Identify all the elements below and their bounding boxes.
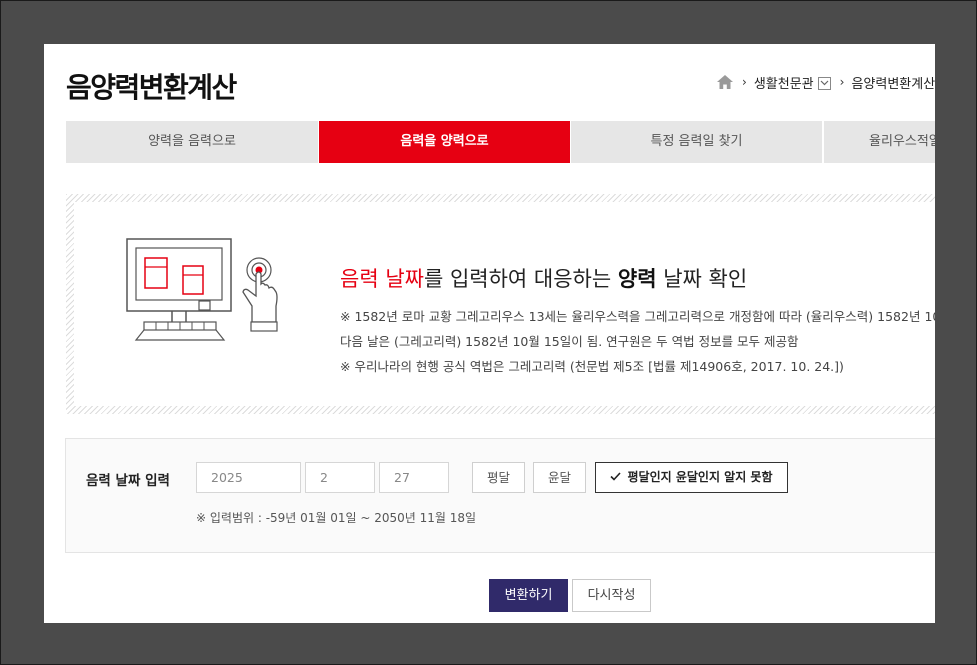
info-note: ※ 우리나라의 현행 공식 역법은 그레고리력 (천문법 제5조 [법률 제14…	[340, 359, 844, 374]
headline-lunar-date: 음력 날짜	[340, 267, 424, 291]
reset-button[interactable]: 다시작성	[572, 579, 651, 612]
info-headline: 음력 날짜를 입력하여 대응하는 양력 날짜 확인	[340, 263, 747, 293]
check-icon	[610, 463, 622, 492]
info-box: 음력 날짜를 입력하여 대응하는 양력 날짜 확인 ※ 1582년 로마 교황 …	[66, 194, 935, 414]
info-box-inner: 음력 날짜를 입력하여 대응하는 양력 날짜 확인 ※ 1582년 로마 교황 …	[74, 202, 935, 406]
chevron-right-icon: ›	[742, 75, 747, 89]
input-range-note: ※ 입력범위 : -59년 01월 01일 ~ 2050년 11월 18일	[196, 511, 477, 525]
info-notes: ※ 1582년 로마 교황 그레고리우스 13세는 율리우스력을 그레고리력으로…	[340, 304, 935, 379]
breadcrumb-item-current[interactable]: 음양력변환계산	[851, 73, 935, 92]
lunar-date-input-panel: 음력 날짜 입력 2025 2 27 평달 윤달 평달인지 윤달인지 알지 못함…	[65, 438, 935, 553]
tab-lunar-to-solar[interactable]: 음력을 양력으로	[319, 121, 570, 163]
headline-text: 를 입력하여 대응하는	[423, 267, 618, 291]
info-note: 다음 날은 (그레고리력) 1582년 10월 15일이 됨. 연구원은 두 역…	[340, 334, 799, 349]
day-input[interactable]: 27	[379, 462, 449, 493]
window-frame: 음양력변환계산 › 생활천문관 › 음양력변환계산 양력을 음력으로 음력을 양…	[0, 0, 977, 665]
info-note: ※ 1582년 로마 교황 그레고리우스 13세는 율리우스력을 그레고리력으로…	[340, 309, 935, 324]
computer-touch-illustration-icon	[126, 234, 286, 348]
page-title: 음양력변환계산	[66, 71, 237, 104]
breadcrumb-item[interactable]: 생활천문관	[754, 73, 814, 92]
tab-bar: 양력을 음력으로 음력을 양력으로 특정 음력일 찾기 율리우스적일	[66, 121, 935, 163]
chevron-down-icon[interactable]	[817, 76, 831, 90]
unknown-month-button[interactable]: 평달인지 윤달인지 알지 못함	[595, 462, 788, 493]
chevron-right-icon: ›	[839, 75, 845, 89]
headline-text-end: 날짜 확인	[656, 267, 748, 291]
page-content: 음양력변환계산 › 생활천문관 › 음양력변환계산 양력을 음력으로 음력을 양…	[44, 44, 935, 623]
input-label: 음력 날짜 입력	[86, 473, 170, 489]
tab-solar-to-lunar[interactable]: 양력을 음력으로	[66, 121, 318, 163]
unknown-month-label: 평달인지 윤달인지 알지 못함	[627, 470, 773, 484]
home-icon[interactable]	[717, 75, 733, 89]
leap-month-button[interactable]: 윤달	[533, 462, 586, 493]
regular-month-button[interactable]: 평달	[472, 462, 525, 493]
month-input[interactable]: 2	[305, 462, 375, 493]
year-input[interactable]: 2025	[196, 462, 301, 493]
tab-julian-day[interactable]: 율리우스적일	[823, 121, 935, 163]
headline-solar: 양력	[617, 267, 657, 291]
tab-find-lunar-date[interactable]: 특정 음력일 찾기	[571, 121, 822, 163]
convert-button[interactable]: 변환하기	[489, 579, 568, 612]
breadcrumb: › 생활천문관 › 음양력변환계산	[717, 72, 935, 92]
